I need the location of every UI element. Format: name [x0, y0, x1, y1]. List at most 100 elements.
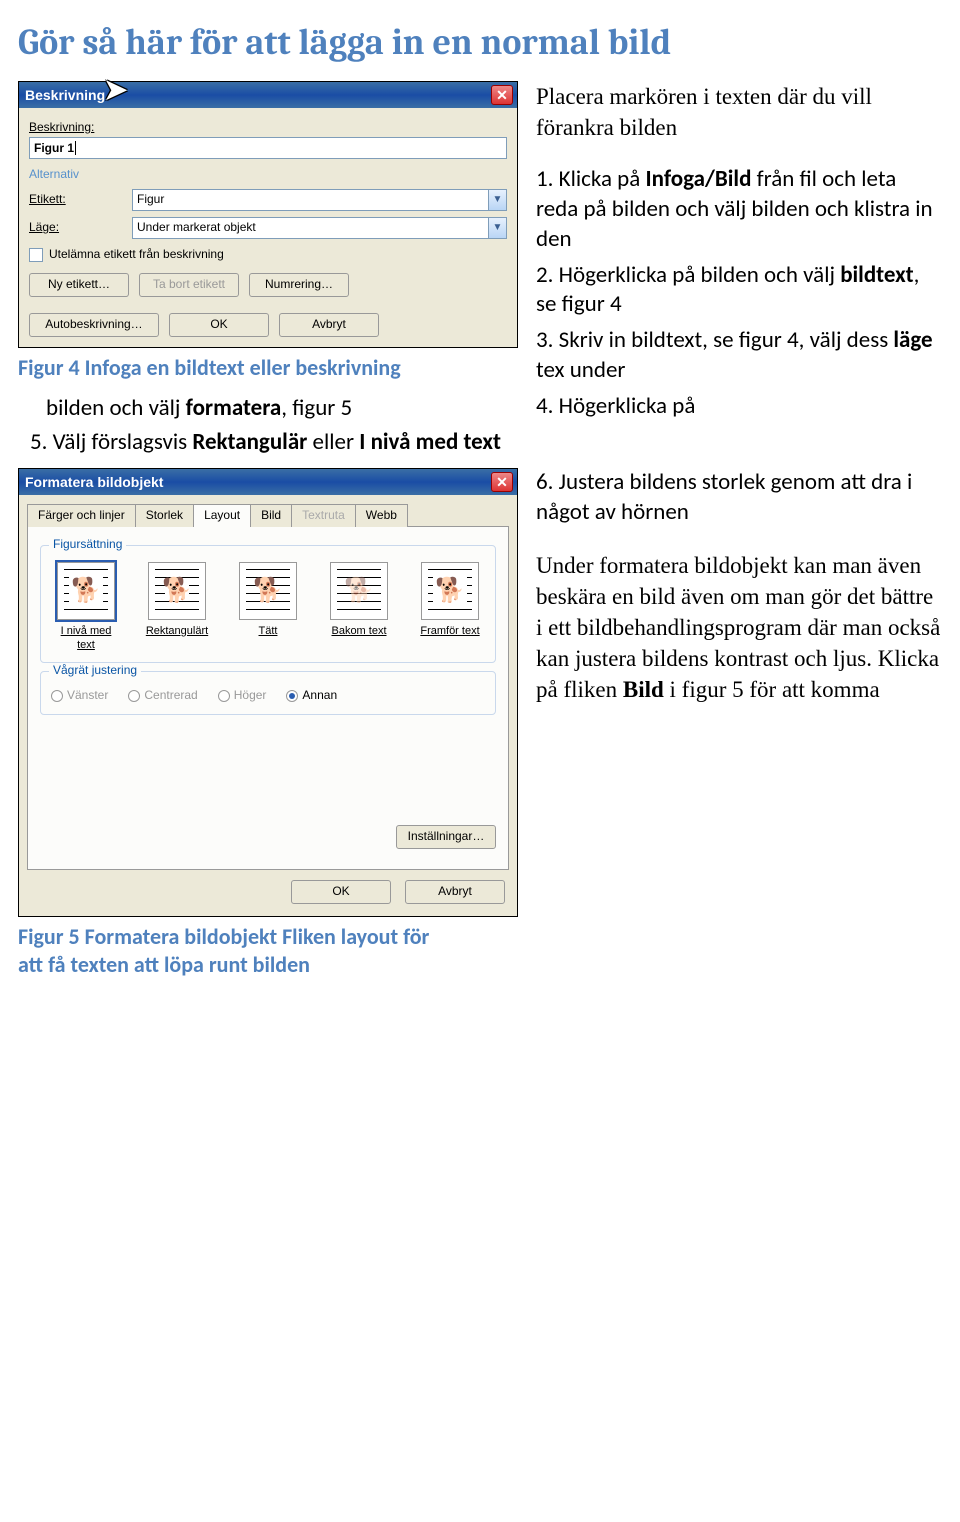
tab-textbox[interactable]: Textruta — [291, 504, 356, 527]
close-button[interactable]: ✕ — [491, 85, 513, 105]
delete-label-button[interactable]: Ta bort etikett — [139, 273, 239, 297]
align-center-label: Centrerad — [144, 688, 197, 704]
dialog2-title-text: Formatera bildobjekt — [25, 473, 163, 491]
tab-colors[interactable]: Färger och linjer — [27, 504, 136, 527]
page-title: Gör så här för att lägga in en normal bi… — [18, 20, 942, 67]
wrap-inline-label: I nivå med text — [51, 624, 121, 653]
align-other-radio[interactable]: Annan — [286, 688, 337, 704]
close-icon: ✕ — [496, 473, 508, 491]
text-caret-icon — [75, 141, 76, 155]
beskrivning-value: Figur 1 — [34, 141, 74, 157]
lage-dropdown[interactable]: Under markerat objekt ▼ — [132, 217, 507, 239]
wrap-front[interactable]: 🐕 Framför text — [415, 562, 485, 653]
closing-paragraph: Under formatera bildobjekt kan man även … — [536, 550, 942, 705]
wrap-tight-label: Tätt — [233, 624, 303, 638]
step-1-bold: Infoga/Bild — [645, 165, 751, 193]
close-icon: ✕ — [496, 86, 508, 104]
dog-icon: 🐕 — [344, 575, 374, 606]
step-4b-bold: formatera — [186, 394, 282, 422]
lage-value: Under markerat objekt — [137, 220, 256, 236]
chevron-down-icon: ▼ — [488, 190, 506, 210]
step-5-part1: 5. Välj förslagsvis — [30, 428, 192, 456]
step-5-bold2: I nivå med text — [359, 428, 501, 456]
close-button[interactable]: ✕ — [491, 472, 513, 492]
chevron-down-icon: ▼ — [488, 218, 506, 238]
dog-icon: 🐕 — [253, 575, 283, 606]
omit-label-checkbox[interactable] — [29, 248, 43, 262]
intro-text: Placera markören i texten där du vill fö… — [536, 81, 942, 143]
step-3: 3. Skriv in bildtext, se figur 4, välj d… — [536, 326, 942, 386]
wrap-tight[interactable]: 🐕 Tätt — [233, 562, 303, 653]
dog-icon: 🐕 — [162, 575, 192, 606]
step-5-part2: eller — [307, 428, 359, 456]
step-6: 6. Justera bildens storlek genom att dra… — [536, 468, 942, 528]
wrap-square[interactable]: 🐕 Rektangulärt — [142, 562, 212, 653]
align-left-label: Vänster — [67, 688, 108, 704]
align-left-radio[interactable]: Vänster — [51, 688, 108, 704]
figure-4-frame: Beskrivning ➤ ✕ Beskrivning: Figur 1 Alt… — [18, 81, 518, 348]
align-other-label: Annan — [302, 688, 337, 704]
step-2: 2. Högerklicka på bilden och välj bildte… — [536, 261, 942, 321]
wrap-front-label: Framför text — [415, 624, 485, 638]
step-4a: 4. Högerklicka på — [536, 392, 942, 422]
beskrivning-label: Beskrivning: — [29, 120, 507, 136]
formatera-dialog: Formatera bildobjekt ✕ Färger och linjer… — [19, 469, 517, 916]
tab-size[interactable]: Storlek — [135, 504, 194, 527]
closing-bold: Bild — [623, 677, 664, 702]
lage-label: Läge: — [29, 220, 124, 236]
etikett-value: Figur — [137, 192, 164, 208]
cursor-arrow-icon: ➤ — [104, 72, 127, 108]
tab-image[interactable]: Bild — [250, 504, 292, 527]
dialog-titlebar: Beskrivning ➤ ✕ — [19, 82, 517, 108]
alignment-group-title: Vågrät justering — [49, 663, 141, 679]
align-center-radio[interactable]: Centrerad — [128, 688, 197, 704]
beskrivning-dialog: Beskrivning ➤ ✕ Beskrivning: Figur 1 Alt… — [19, 82, 517, 347]
step-3-part2: tex under — [536, 356, 625, 384]
align-right-radio[interactable]: Höger — [218, 688, 267, 704]
step-5: 5. Välj förslagsvis Rektangulär eller I … — [30, 428, 942, 458]
step-4b-part2: , figur 5 — [281, 394, 352, 422]
dog-icon: 🐕 — [433, 575, 467, 606]
new-label-button[interactable]: Ny etikett… — [29, 273, 129, 297]
step-1-part1: 1. Klicka på — [536, 165, 645, 193]
settings-button[interactable]: Inställningar… — [396, 825, 496, 849]
cancel-button[interactable]: Avbryt — [405, 880, 505, 904]
etikett-dropdown[interactable]: Figur ▼ — [132, 189, 507, 211]
step-4b-part1: bilden och välj — [46, 394, 186, 422]
step-5-bold1: Rektangulär — [192, 428, 307, 456]
step-2-part1: 2. Högerklicka på bilden och välj — [536, 261, 840, 289]
alternativ-group-label: Alternativ — [29, 167, 507, 183]
numbering-button[interactable]: Numrering… — [249, 273, 349, 297]
dog-icon: 🐕 — [69, 575, 103, 606]
tab-web[interactable]: Webb — [355, 504, 408, 527]
dialog-title-text: Beskrivning — [25, 86, 105, 104]
beskrivning-input[interactable]: Figur 1 — [29, 137, 507, 159]
step-3-part1: 3. Skriv in bildtext, se figur 4, välj d… — [536, 326, 893, 354]
autodescription-button[interactable]: Autobeskrivning… — [29, 313, 159, 337]
figure-5-caption: Figur 5 Formatera bildobjekt Fliken layo… — [18, 923, 458, 980]
step-4b-text: bilden och välj formatera, figur 5 — [46, 394, 518, 424]
wrap-behind[interactable]: 🐕 Bakom text — [324, 562, 394, 653]
layout-pane: Figursättning 🐕 I nivå med text 🐕 Rektan… — [27, 526, 509, 870]
alignment-group: Vågrät justering Vänster Centrerad Höger… — [40, 671, 496, 715]
align-right-label: Höger — [234, 688, 267, 704]
figure-5-frame: Formatera bildobjekt ✕ Färger och linjer… — [18, 468, 518, 917]
ok-button[interactable]: OK — [291, 880, 391, 904]
wrap-inline[interactable]: 🐕 I nivå med text — [51, 562, 121, 653]
closing-part2: i figur 5 för att komma — [664, 677, 880, 702]
omit-label-text: Utelämna etikett från beskrivning — [49, 247, 224, 263]
wrap-square-label: Rektangulärt — [142, 624, 212, 638]
cancel-button[interactable]: Avbryt — [279, 313, 379, 337]
ok-button[interactable]: OK — [169, 313, 269, 337]
step-3-bold: läge — [893, 326, 932, 354]
dialog2-tabs: Färger och linjer Storlek Layout Bild Te… — [27, 499, 509, 526]
dialog2-titlebar: Formatera bildobjekt ✕ — [19, 469, 517, 495]
wrapping-group-title: Figursättning — [49, 537, 126, 553]
etikett-label: Etikett: — [29, 192, 124, 208]
step-2-bold: bildtext — [840, 261, 913, 289]
figure-4-caption: Figur 4 Infoga en bildtext eller beskriv… — [18, 354, 518, 383]
tab-layout[interactable]: Layout — [193, 504, 251, 527]
wrap-behind-label: Bakom text — [324, 624, 394, 638]
wrapping-group: Figursättning 🐕 I nivå med text 🐕 Rektan… — [40, 545, 496, 664]
step-1: 1. Klicka på Infoga/Bild från fil och le… — [536, 165, 942, 255]
